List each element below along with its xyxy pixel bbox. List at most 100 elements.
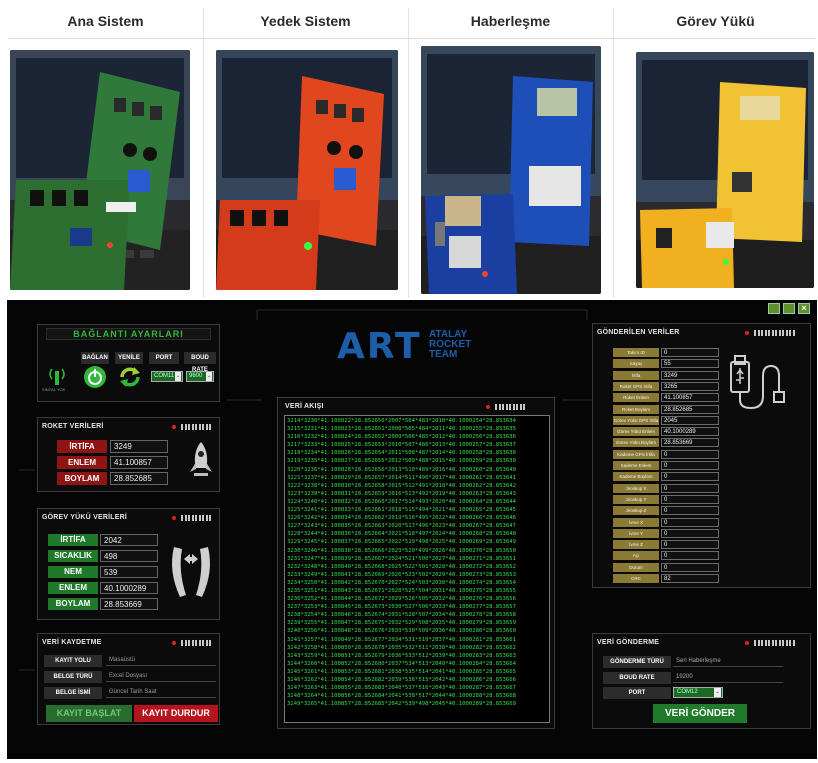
chevron-down-icon: ⌄ [714,688,721,697]
column-header-gorev-yuku: Görev Yükü [676,13,755,29]
gonderilen-row-label: CRC [613,574,659,583]
roket-irtifa-value: 3249 [110,440,168,453]
gonderilen-row-value: 0 [661,551,719,561]
gorev-sicaklik-value: 498 [100,550,158,562]
gorev-nem-value: 539 [100,566,158,578]
restore-icon[interactable] [783,303,795,314]
yenile-button[interactable] [118,365,142,389]
stream-line: 3228*3244*41.100836*28.852664*2021*518*4… [287,531,517,538]
belge-ismi-label: BELGE İSMİ [44,687,102,699]
gonderilen-row-label: Roket Enlem [613,393,659,403]
gonderilen-row-label: Kademe Boylam [613,472,659,482]
gorev-yuku-photo [636,52,814,288]
gonderilen-row-value: 40.1000289 [661,427,719,437]
gonderilen-title: GÖNDERİLEN VERİLER [597,329,680,336]
haberlesme-photo [421,46,601,294]
stream-line: 3219*3235*41.100827*28.852655*2012*509*4… [287,458,517,465]
gonderilen-row-label: İvme X [613,517,659,527]
stream-line: 3247*3263*41.100855*28.852683*2040*537*5… [287,685,517,692]
panel-tick-bar [745,640,796,646]
gonderilen-row-label: Jiroskop X [613,483,659,493]
stream-line: 3215*3231*41.100823*28.852651*2008*505*4… [287,426,517,433]
gonderilen-row-value: 41.100857 [661,393,719,403]
gonderilen-row-value: 3265 [661,381,719,391]
rocket-icon [186,440,216,480]
panel-tick-bar [172,515,213,521]
gonderilen-row-value: 55 [661,359,719,369]
gorev-enlem-value: 40.1000289 [100,582,158,594]
kayit-durdur-button[interactable]: KAYIT DURDUR [134,705,218,722]
gonderilen-row-label: İrtifa [613,370,659,380]
stream-line: 3217*3233*41.100825*28.852653*2010*507*4… [287,442,517,449]
gonderme-port-label: PORT [603,687,671,699]
gonderme-panel: VERİ GÖNDERME GÖNDERME TÜRÜ Seri Haberle… [592,633,811,729]
column-header-ana-sistem: Ana Sistem [67,13,144,29]
chevron-down-icon: ⌄ [175,372,181,381]
gonderilen-row-label: Sayaç [613,359,659,369]
panel-tick-bar [486,404,527,410]
stream-line: 3216*3232*41.100824*28.852652*2009*506*4… [287,434,517,441]
stream-line: 3229*3245*41.100837*28.852665*2022*519*4… [287,539,517,546]
minimize-icon[interactable] [768,303,780,314]
belge-turu-label: BELGE TÜRÜ [44,671,102,683]
stream-line: 3214*3230*41.100822*28.852650*2007*504*4… [287,418,517,424]
gonderilen-row-value: 0 [661,449,719,459]
close-icon[interactable]: × [798,303,810,314]
gonderme-turu-field[interactable]: Seri Haberleşme [673,656,783,667]
gonderilen-row-label: Kademe Enlem [613,461,659,470]
data-stream-box[interactable]: 3214*3230*41.100822*28.852650*2007*504*4… [284,415,550,723]
gorev-irtifa-value: 2042 [100,534,158,546]
column-divider [408,8,409,298]
belge-turu-field[interactable]: Excel Dosyası [106,671,216,682]
stream-line: 3220*3236*41.100828*28.852656*2013*510*4… [287,466,517,473]
boud-rate-select[interactable]: 9600 ⌄ [186,371,214,382]
kayit-baslat-button[interactable]: KAYIT BAŞLAT [46,705,132,722]
gorev-sicaklik-label: SICAKLIK [48,550,98,562]
gonderilen-row-value: 0 [661,348,719,357]
gorev-boylam-value: 28.853669 [100,598,158,610]
gonderilen-row-value: 82 [661,574,719,583]
stream-line: 3246*3262*41.100854*28.852682*2039*536*5… [287,677,517,683]
stream-line: 3230*3246*41.100838*28.852666*2023*520*4… [287,547,517,554]
gorev-title: GÖREV YÜKÜ VERİLERİ [42,514,127,521]
stream-line: 3233*3249*41.100841*28.852669*2026*523*5… [287,571,517,578]
gorev-irtifa-label: İRTİFA [48,534,98,546]
baglan-button[interactable] [84,366,106,388]
stream-line: 3238*3254*41.100846*28.852674*2031*528*5… [287,612,517,619]
gonderilen-row-value: 0 [661,494,719,504]
stream-line: 3218*3234*41.100826*28.852654*2011*508*4… [287,450,517,457]
gonderilen-row-label: Kademe GPS İrtifa [613,449,659,459]
stream-line: 3235*3251*41.100843*28.852671*2028*525*5… [287,587,517,594]
roket-title: ROKET VERİLERİ [42,423,104,430]
gonderme-turu-label: GÖNDERME TÜRÜ [603,656,671,668]
belge-ismi-field[interactable]: Güncel Tarih Saat [106,687,216,698]
gonderilen-row-label: Roket GPS İrtifa [613,381,659,391]
stream-line: 3236*3252*41.100844*28.852672*2029*526*5… [287,596,517,603]
veri-gonder-button[interactable]: VERİ GÖNDER [653,704,747,723]
kaydetme-panel: VERİ KAYDETME KAYIT YOLU Masaüstü BELGE … [37,633,220,725]
data-stream-text: 3214*3230*41.100822*28.852650*2007*504*4… [287,417,516,708]
gonderilen-row-label: Görev Yükü GPS İrtifa [613,415,659,425]
logo-line-3: TEAM [429,349,458,360]
kayit-yolu-field[interactable]: Masaüstü [106,655,216,666]
gonderilen-row-label: İvme Z [613,540,659,550]
gonderilen-row-value: 0 [661,540,719,550]
signal-icon [44,363,70,387]
gonderme-boud-field[interactable]: 19200 [673,672,783,683]
panel-tick-bar [745,330,796,336]
roket-panel: ROKET VERİLERİ İRTİFA 3249 ENLEM 41.1008… [37,417,220,492]
gonderilen-row-value: 0 [661,483,719,493]
stream-line: 3248*3264*41.100856*28.852684*2041*538*5… [287,693,517,700]
yedek-sistem-photo [216,50,398,290]
gonderilen-row-value: 0 [661,517,719,527]
stream-line: 3223*3239*41.100831*28.852659*2016*513*4… [287,490,517,497]
gonderme-boud-label: BOUD RATE [603,672,671,684]
art-logo: ART ATALAY ROCKET TEAM [337,328,497,368]
panel-tick-bar [172,640,213,646]
gonderme-port-select[interactable]: COM12 ⌄ [673,687,723,698]
port-select[interactable]: COM11 ⌄ [151,371,183,382]
gonderilen-row-value: 0 [661,472,719,482]
stream-line: 3222*3238*41.100830*28.852658*2015*512*4… [287,482,517,489]
roket-irtifa-label: İRTİFA [57,440,107,453]
baglan-label: BAĞLAN [81,352,109,364]
